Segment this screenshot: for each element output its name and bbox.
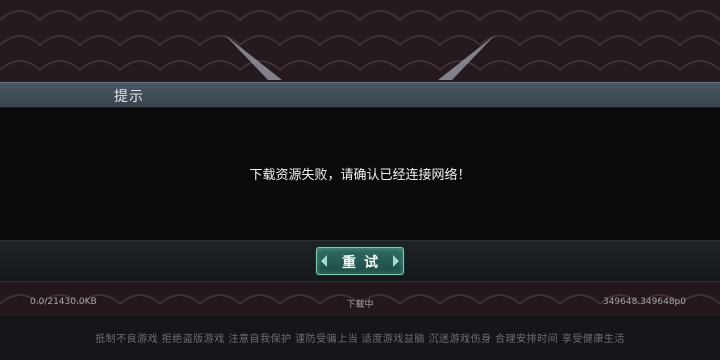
dialog-footer: 重试: [0, 240, 720, 282]
decorative-wave-pattern: [0, 0, 720, 82]
download-status-bar: 0.0/21430.0KB 下载中 349648.349648p0: [0, 294, 720, 312]
retry-button[interactable]: 重试: [316, 247, 404, 275]
dialog-body: 下载资源失败，请确认已经连接网络！: [0, 108, 720, 240]
dialog-title: 提示: [114, 89, 144, 105]
health-gaming-notice: 抵制不良游戏 拒绝盗版游戏 注意自我保护 谨防受骗上当 适度游戏益脑 沉迷游戏伤…: [95, 334, 625, 345]
dialog-header: 提示: [0, 82, 720, 108]
bottom-strip: 抵制不良游戏 拒绝盗版游戏 注意自我保护 谨防受骗上当 适度游戏益脑 沉迷游戏伤…: [0, 316, 720, 360]
error-message: 下载资源失败，请确认已经连接网络！: [249, 168, 471, 183]
version-text: 349648.349648p0: [602, 297, 686, 307]
retry-button-label: 重试: [342, 255, 386, 271]
